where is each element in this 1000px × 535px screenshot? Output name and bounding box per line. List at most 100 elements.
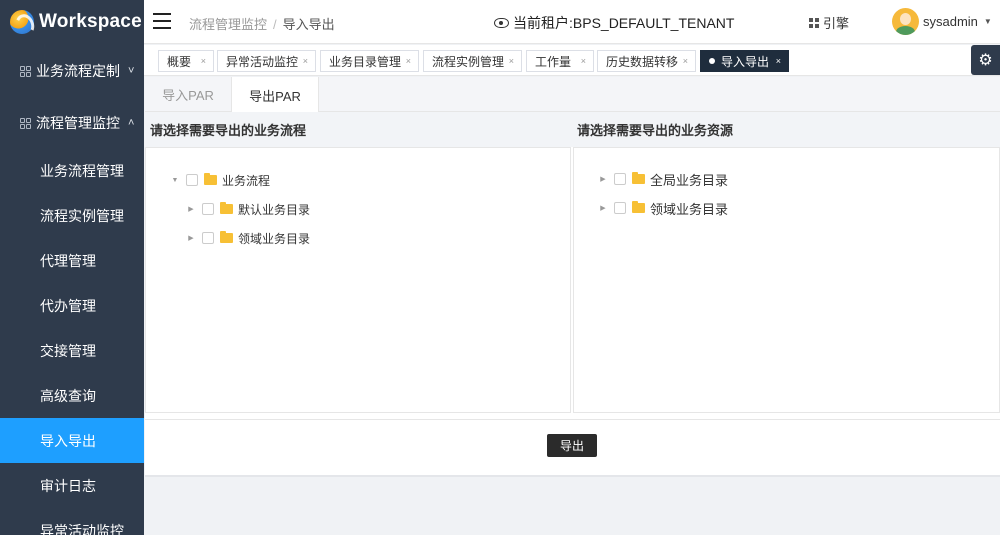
sidebar-item-label: 审计日志 — [40, 477, 96, 494]
close-icon[interactable]: × — [303, 56, 308, 66]
right-panel-title: 请选择需要导出的业务资源 — [572, 112, 1000, 147]
tree-node[interactable]: ▶ 领域业务目录 — [598, 198, 728, 218]
logo-icon — [10, 10, 34, 34]
tree-node[interactable]: ▶ 全局业务目录 — [598, 169, 728, 189]
sidebar-item-label: 代办管理 — [40, 297, 96, 314]
left-process-tree: ▼ 业务流程 ▶ 默认业务目录 ▶ 领域业务目录 — [145, 147, 571, 413]
export-button[interactable]: 导出 — [547, 434, 597, 457]
subtab-import-par[interactable]: 导入PAR — [145, 77, 231, 112]
tenant-indicator: 当前租户:BPS_DEFAULT_TENANT — [494, 13, 734, 33]
tree-node-root[interactable]: ▼ 业务流程 — [170, 170, 270, 190]
tab-label: 历史数据转移 — [606, 54, 679, 69]
tab-label: 导入导出 — [721, 54, 770, 69]
tab-overview[interactable]: 概要 × — [158, 50, 214, 72]
tab-label: 流程实例管理 — [432, 54, 505, 69]
subtab-label: 导入PAR — [162, 88, 214, 103]
checkbox[interactable] — [186, 174, 198, 186]
tree-node-label: 业务流程 — [222, 173, 271, 188]
close-icon[interactable]: × — [509, 56, 514, 66]
subtab-export-par[interactable]: 导出PAR — [231, 77, 319, 113]
tab-instance-management[interactable]: 流程实例管理 × — [423, 50, 522, 72]
action-bar: 导出 — [145, 419, 1000, 475]
sidebar-item-agent-management[interactable]: 代理管理 — [0, 238, 144, 283]
sidebar-item-import-export[interactable]: 导入导出 — [0, 418, 144, 463]
logo-text: Workspace — [39, 11, 142, 32]
tree-node-label: 领域业务目录 — [650, 201, 729, 217]
breadcrumb: 流程管理监控 / 导入导出 — [189, 17, 335, 32]
caret-down-icon: ▼ — [983, 17, 992, 26]
left-panel-title: 请选择需要导出的业务流程 — [145, 112, 572, 147]
expand-down-icon[interactable]: ▼ — [170, 177, 180, 184]
close-icon[interactable]: × — [406, 56, 411, 66]
menu-group-label: 流程管理监控 — [36, 115, 120, 131]
tree-node[interactable]: ▶ 领域业务目录 — [186, 228, 310, 248]
tab-catalog-management[interactable]: 业务目录管理 × — [320, 50, 419, 72]
folder-icon — [220, 231, 233, 243]
settings-gear-icon[interactable]: ⚙ — [971, 45, 1000, 75]
expand-right-icon[interactable]: ▶ — [186, 205, 196, 213]
sidebar-item-instance-management[interactable]: 流程实例管理 — [0, 193, 144, 238]
tree-node[interactable]: ▶ 默认业务目录 — [186, 199, 310, 219]
sidebar-item-advanced-search[interactable]: 高级查询 — [0, 373, 144, 418]
sidebar: Workspace 业务流程定制 ˅ 流程管理监控 ˄ 业务流程管理 流程实例管… — [0, 0, 144, 535]
engine-link[interactable]: 引擎 — [809, 13, 849, 32]
sidebar-item-exception-monitor[interactable]: 异常活动监控 — [0, 508, 144, 535]
username: sysadmin — [923, 14, 978, 29]
sidebar-item-label: 业务流程管理 — [40, 162, 124, 179]
avatar — [892, 8, 919, 35]
tab-import-export[interactable]: 导入导出 × — [700, 50, 789, 72]
menu-group-process-customize[interactable]: 业务流程定制 ˅ — [0, 46, 144, 96]
sidebar-item-handover-management[interactable]: 交接管理 — [0, 328, 144, 373]
chevron-down-icon: ˅ — [128, 65, 135, 77]
tab-label: 概要 — [167, 54, 192, 69]
expand-right-icon[interactable]: ▶ — [186, 234, 196, 242]
sidebar-item-delegate-management[interactable]: 代办管理 — [0, 283, 144, 328]
breadcrumb-item[interactable]: 流程管理监控 — [189, 17, 267, 32]
chevron-up-icon: ˄ — [128, 117, 135, 129]
tree-node-label: 默认业务目录 — [238, 202, 311, 217]
grid-icon — [809, 17, 819, 28]
app-logo[interactable]: Workspace — [0, 0, 144, 44]
menu-group-process-monitor[interactable]: 流程管理监控 ˄ — [0, 98, 144, 148]
menu-toggle-icon[interactable] — [153, 13, 171, 29]
sidebar-item-label: 导入导出 — [40, 432, 96, 449]
close-icon[interactable]: × — [776, 56, 781, 66]
checkbox[interactable] — [614, 202, 626, 214]
tab-label: 工作量 — [535, 54, 572, 69]
divider — [145, 475, 1000, 477]
tenant-label: 当前租户:BPS_DEFAULT_TENANT — [513, 15, 735, 31]
right-resource-tree: ▶ 全局业务目录 ▶ 领域业务目录 — [573, 147, 1000, 413]
top-header: 流程管理监控 / 导入导出 当前租户:BPS_DEFAULT_TENANT 引擎 s… — [144, 0, 1000, 44]
tree-node-label: 全局业务目录 — [650, 172, 729, 188]
close-icon[interactable]: × — [201, 56, 206, 66]
sidebar-item-process-management[interactable]: 业务流程管理 — [0, 148, 144, 193]
checkbox[interactable] — [614, 173, 626, 185]
sidebar-item-label: 流程实例管理 — [40, 207, 124, 224]
expand-right-icon[interactable]: ▶ — [598, 175, 608, 183]
tab-workload[interactable]: 工作量 × — [526, 50, 594, 72]
folder-icon — [204, 173, 217, 185]
folder-icon — [632, 201, 645, 213]
close-icon[interactable]: × — [683, 56, 688, 66]
user-menu[interactable]: sysadmin ▼ — [892, 8, 992, 35]
menu-group-label: 业务流程定制 — [36, 63, 120, 79]
sidebar-item-label: 异常活动监控 — [40, 522, 124, 535]
engine-label: 引擎 — [823, 16, 850, 31]
expand-right-icon[interactable]: ▶ — [598, 204, 608, 212]
tab-history-transfer[interactable]: 历史数据转移 × — [597, 50, 696, 72]
sidebar-item-label: 高级查询 — [40, 387, 96, 404]
folder-icon — [220, 202, 233, 214]
checkbox[interactable] — [202, 203, 214, 215]
folder-icon — [632, 172, 645, 184]
sidebar-item-label: 代理管理 — [40, 252, 96, 269]
breadcrumb-current: 导入导出 — [282, 17, 335, 32]
active-dot-icon — [709, 58, 715, 64]
tree-node-label: 领域业务目录 — [238, 231, 311, 246]
checkbox[interactable] — [202, 232, 214, 244]
eye-icon — [494, 18, 509, 28]
sidebar-item-label: 交接管理 — [40, 342, 96, 359]
grid-menu-icon — [20, 117, 31, 129]
tab-exception-monitor[interactable]: 异常活动监控 × — [217, 50, 316, 72]
sidebar-item-audit-log[interactable]: 审计日志 — [0, 463, 144, 508]
close-icon[interactable]: × — [581, 56, 586, 66]
